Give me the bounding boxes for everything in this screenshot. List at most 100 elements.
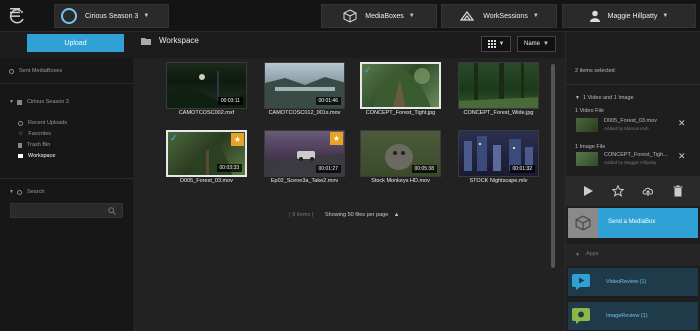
upload-button[interactable]: Upload xyxy=(27,34,124,52)
user-menu[interactable]: Maggie Hillpatty ▼ xyxy=(562,4,696,28)
file-card[interactable]: ✓ CONCEPT_Forest_Tight.jpg xyxy=(360,62,441,121)
file-thumbnail[interactable] xyxy=(458,62,539,109)
selection-summary: 2 items selected xyxy=(575,68,615,74)
sidebar-project[interactable]: ▼ Cirious Season 3 xyxy=(9,99,69,105)
search-input[interactable] xyxy=(10,203,123,218)
project-selector[interactable]: Cirious Season 3 ▼ xyxy=(54,4,169,28)
file-name: STOCK Nightscape.mlv xyxy=(469,178,528,184)
chevron-down-icon: ▼ xyxy=(408,13,415,19)
clock-icon xyxy=(18,120,23,126)
mediaboxes-label: MediaBoxes xyxy=(365,12,404,20)
chevron-down-icon: ▼ xyxy=(143,13,150,19)
star-icon[interactable] xyxy=(612,185,624,197)
mediabox-icon xyxy=(9,68,14,74)
folder-title: Workspace xyxy=(159,36,199,45)
selected-image-name: CONCEPT_Forest_Tigh... xyxy=(604,152,668,158)
play-icon[interactable] xyxy=(582,185,594,197)
sidebar-item-workspace[interactable]: Workspace xyxy=(18,153,55,159)
selection-group[interactable]: ▼ 1 Video and 1 Image xyxy=(575,95,634,101)
file-name: Ep02_Scene3a_Take2.mov xyxy=(270,178,339,184)
sort-button[interactable]: Name ▼ xyxy=(517,36,556,52)
file-thumbnail[interactable]: 00:05:38 xyxy=(360,130,441,177)
chevron-down-icon: ▼ xyxy=(575,252,580,258)
selected-image-by: Added by Maggie Hillpatty xyxy=(604,160,657,165)
item-count: ( 8 items ) xyxy=(289,212,314,218)
file-card[interactable]: 00:05:38 Stock Monkeys HD.mov xyxy=(360,130,441,189)
favorite-star-icon[interactable]: ★ xyxy=(330,132,343,145)
selected-check-icon[interactable]: ✓ xyxy=(170,133,178,144)
file-card[interactable]: ✓ ★ 00:03:33 D005_Forest_03.mov xyxy=(166,130,247,189)
file-card[interactable]: 00:01:32 STOCK Nightscape.mlv xyxy=(458,130,539,189)
sidebar-item-label: Favorites xyxy=(28,131,52,137)
sidebar-item-trash-bin[interactable]: Trash Bin xyxy=(18,142,50,148)
send-mediabox-label: Send a MediaBox xyxy=(608,219,656,225)
trash-icon xyxy=(18,142,22,148)
file-card[interactable]: CONCEPT_Forest_Wide.jpg xyxy=(458,62,539,121)
chevron-down-icon: ▼ xyxy=(662,13,669,19)
remove-image-close-icon[interactable]: ✕ xyxy=(678,151,686,162)
worksessions-menu[interactable]: WorkSessions ▼ xyxy=(441,4,557,28)
file-card[interactable]: 00:01:46 CAMOTCOSC012_001s.mov xyxy=(264,62,345,121)
user-icon xyxy=(589,10,600,22)
mediaboxes-menu[interactable]: MediaBoxes ▼ xyxy=(321,4,437,28)
sidebar-item-favorites[interactable]: ☆ Favorites xyxy=(18,130,52,138)
stack-icon xyxy=(16,99,22,105)
file-thumbnail[interactable]: ★ 00:01:27 xyxy=(264,130,345,177)
sidebar-item-sent-mediaboxes[interactable]: Sent MediaBoxes xyxy=(9,68,62,74)
pagination: ( 8 items ) Showing 50 files per page ▲ xyxy=(289,212,399,218)
file-thumbnail[interactable]: 00:01:32 xyxy=(458,130,539,177)
file-name: CAMOTCOSC012_001s.mov xyxy=(268,110,341,116)
sidebar-item-recent-uploads[interactable]: Recent Uploads xyxy=(18,120,67,126)
view-mode-button[interactable]: ▼ xyxy=(481,36,511,52)
image-review-icon xyxy=(572,308,590,324)
selected-check-icon[interactable]: ✓ xyxy=(364,65,372,76)
duration-label: 00:01:46 xyxy=(315,97,341,105)
sidebar-item-label: Recent Uploads xyxy=(28,120,68,126)
top-bar: Cirious Season 3 ▼ MediaBoxes ▼ WorkSess… xyxy=(0,0,700,32)
divider xyxy=(0,83,133,84)
worksession-icon xyxy=(460,11,475,21)
duration-label: 00:03:11 xyxy=(217,97,243,105)
favorite-star-icon[interactable]: ★ xyxy=(231,133,244,146)
file-thumbnail[interactable]: 00:03:11 xyxy=(166,62,247,109)
folder-icon xyxy=(18,154,23,158)
current-folder: Workspace xyxy=(141,36,199,45)
chevron-down-icon: ▼ xyxy=(9,189,14,195)
send-mediabox-button[interactable]: Send a MediaBox xyxy=(568,208,698,238)
selected-video-by: Added by Marcus Huh xyxy=(604,126,649,131)
divider xyxy=(566,84,700,85)
search-section[interactable]: ▼ Search xyxy=(9,189,44,195)
file-thumbnail[interactable]: ✓ xyxy=(360,62,441,109)
hamburger-menu-icon[interactable] xyxy=(10,8,20,17)
thumbnail-image xyxy=(459,63,538,108)
apps-header[interactable]: ▼ Apps xyxy=(566,244,700,266)
per-page-select[interactable]: Showing 50 files per page xyxy=(325,212,388,218)
cloud-upload-icon[interactable] xyxy=(642,185,654,197)
file-thumbnail[interactable]: ✓ ★ 00:03:33 xyxy=(166,130,247,177)
scrollbar[interactable] xyxy=(551,64,555,268)
app-image-review[interactable]: ImageReview (1) xyxy=(568,302,698,330)
file-name: D005_Forest_03.mov xyxy=(180,178,233,184)
file-name: CONCEPT_Forest_Wide.jpg xyxy=(463,110,534,116)
file-thumbnail[interactable]: 00:01:46 xyxy=(264,62,345,109)
app-video-review[interactable]: VideoReview (1) xyxy=(568,268,698,296)
file-card[interactable]: 00:03:11 CAMOTCOSC002.mxf xyxy=(166,62,247,121)
project-name: Cirious Season 3 xyxy=(85,12,139,20)
sidebar-item-label: Workspace xyxy=(28,153,56,159)
mediabox-tile xyxy=(568,208,598,238)
cube-icon xyxy=(575,215,591,231)
thumbnail-image xyxy=(373,68,431,107)
project-logo-icon xyxy=(61,8,77,24)
chevron-up-icon[interactable]: ▲ xyxy=(394,212,399,218)
file-name: CAMOTCOSC002.mxf xyxy=(178,110,235,116)
star-icon: ☆ xyxy=(18,130,24,137)
chevron-down-icon: ▼ xyxy=(532,13,539,19)
file-name: Stock Monkeys HD.mov xyxy=(371,178,430,184)
cube-icon xyxy=(343,9,357,23)
search-icon xyxy=(16,189,22,195)
remove-video-close-icon[interactable]: ✕ xyxy=(678,118,686,129)
app-label: ImageReview (1) xyxy=(606,313,648,319)
trash-icon[interactable] xyxy=(672,185,684,197)
file-card[interactable]: ★ 00:01:27 Ep02_Scene3a_Take2.mov xyxy=(264,130,345,189)
duration-label: 00:03:33 xyxy=(216,164,242,172)
